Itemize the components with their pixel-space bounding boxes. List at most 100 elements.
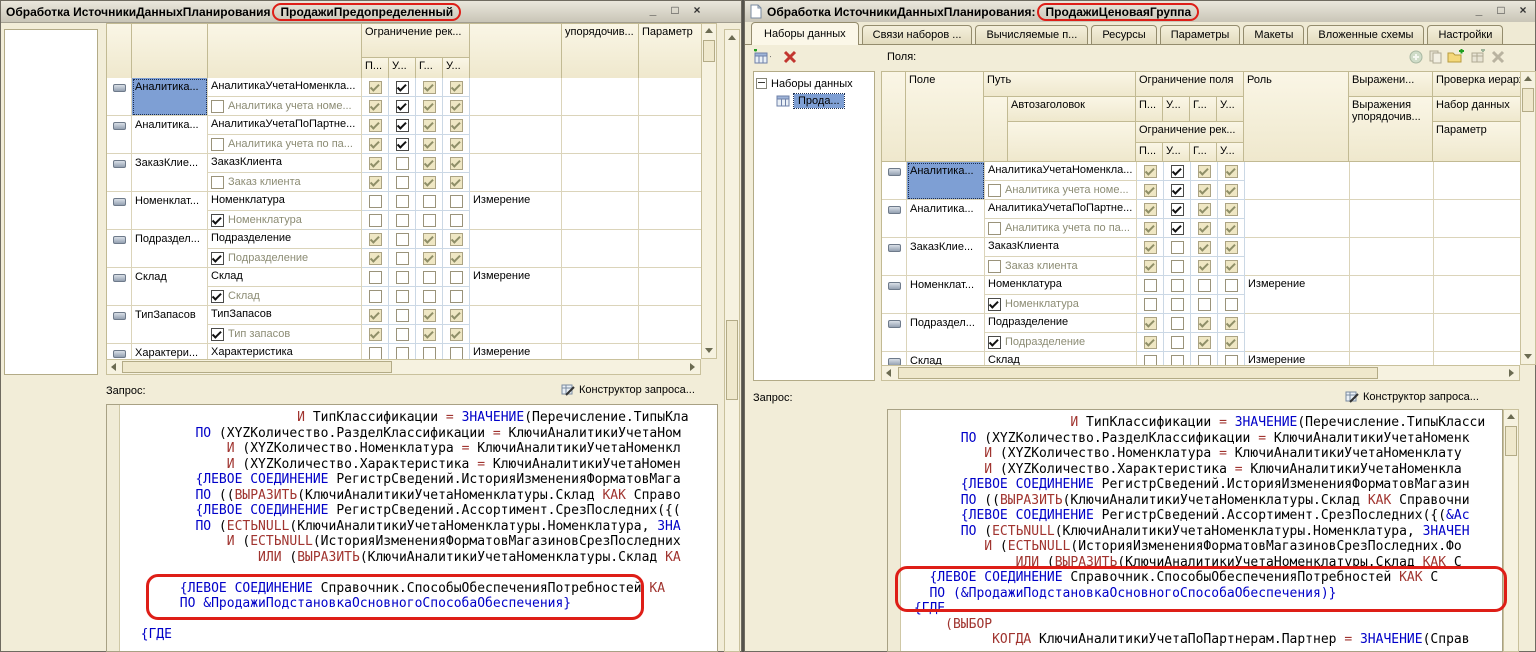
checkbox[interactable] bbox=[396, 271, 409, 284]
checkbox[interactable] bbox=[450, 176, 463, 189]
restriction-cell[interactable] bbox=[1218, 181, 1245, 200]
checkbox[interactable] bbox=[1144, 336, 1157, 349]
restriction-cell[interactable] bbox=[362, 268, 389, 287]
role-cell[interactable] bbox=[1245, 200, 1350, 238]
add-table-button[interactable] bbox=[1469, 48, 1487, 65]
checkbox[interactable] bbox=[1198, 260, 1211, 273]
checkbox[interactable] bbox=[1144, 184, 1157, 197]
row-selector[interactable] bbox=[107, 78, 132, 116]
restriction-cell[interactable] bbox=[389, 325, 416, 344]
checkbox[interactable] bbox=[396, 100, 409, 113]
checkbox[interactable] bbox=[1198, 203, 1211, 216]
checkbox[interactable] bbox=[423, 157, 436, 170]
restriction-cell[interactable] bbox=[1137, 219, 1164, 238]
row-selector[interactable] bbox=[107, 154, 132, 192]
restriction-cell[interactable] bbox=[362, 116, 389, 135]
header-autotitle[interactable]: Автозаголовок bbox=[1007, 96, 1136, 122]
checkbox[interactable] bbox=[423, 176, 436, 189]
checkbox[interactable] bbox=[396, 233, 409, 246]
left-titlebar[interactable]: Обработка ИсточникиДанныхПланирования Пр… bbox=[1, 1, 741, 23]
checkbox[interactable] bbox=[1225, 165, 1238, 178]
checkbox[interactable] bbox=[1198, 241, 1211, 254]
restriction-cell[interactable] bbox=[416, 344, 443, 359]
checkbox[interactable] bbox=[1171, 298, 1184, 311]
order-expression-cell[interactable] bbox=[562, 78, 639, 116]
field-name-cell[interactable]: ТипЗапасов bbox=[132, 306, 208, 344]
parameter-cell[interactable] bbox=[1434, 238, 1522, 276]
header-field[interactable]: Поле bbox=[905, 71, 984, 162]
autotitle-cell[interactable]: Подразделение bbox=[985, 333, 1137, 352]
query-editor[interactable]: И ТипКлассификации = ЗНАЧЕНИЕ(Перечислен… bbox=[887, 409, 1503, 652]
restriction-cell[interactable] bbox=[362, 97, 389, 116]
field-name-cell[interactable]: Характери... bbox=[132, 344, 208, 359]
order-expression-cell[interactable] bbox=[562, 344, 639, 359]
restriction-cell[interactable] bbox=[389, 154, 416, 173]
delete-field-button[interactable] bbox=[1489, 48, 1507, 65]
order-expression-cell[interactable] bbox=[562, 306, 639, 344]
scroll-right-icon[interactable] bbox=[1509, 369, 1514, 377]
parameter-cell[interactable] bbox=[1434, 162, 1522, 200]
order-expression-cell[interactable] bbox=[1350, 276, 1434, 314]
restriction-cell[interactable] bbox=[362, 325, 389, 344]
restriction-cell[interactable] bbox=[389, 173, 416, 192]
checkbox[interactable] bbox=[369, 195, 382, 208]
restriction-cell[interactable] bbox=[443, 230, 470, 249]
order-expression-cell[interactable] bbox=[562, 192, 639, 230]
restriction-cell[interactable] bbox=[416, 325, 443, 344]
table-hscrollbar[interactable] bbox=[881, 365, 1520, 381]
role-cell[interactable]: Измерение bbox=[1245, 276, 1350, 314]
fields-table[interactable]: Аналитика...АналитикаУчетаНоменкла...Ана… bbox=[106, 78, 704, 359]
checkbox[interactable] bbox=[1171, 165, 1184, 178]
restriction-cell[interactable] bbox=[1218, 219, 1245, 238]
field-name-cell[interactable]: Склад bbox=[132, 268, 208, 306]
parameter-cell[interactable] bbox=[639, 306, 703, 344]
header-restriction-col-u4[interactable]: У... bbox=[1216, 142, 1244, 162]
checkbox[interactable] bbox=[450, 309, 463, 322]
header-restriction-col-p2[interactable]: П... bbox=[1135, 142, 1163, 162]
copy-field-button[interactable] bbox=[1427, 48, 1445, 65]
checkbox[interactable] bbox=[1144, 165, 1157, 178]
table-vscrollbar[interactable] bbox=[701, 23, 717, 359]
checkbox[interactable] bbox=[1171, 241, 1184, 254]
checkbox[interactable] bbox=[1198, 165, 1211, 178]
restriction-cell[interactable] bbox=[1164, 333, 1191, 352]
checkbox[interactable] bbox=[1225, 317, 1238, 330]
autotitle-cell[interactable]: Аналитика учета номе... bbox=[985, 181, 1137, 200]
header-restriction-col-g[interactable]: Г... bbox=[1189, 96, 1217, 122]
parameter-cell[interactable] bbox=[639, 78, 703, 116]
restriction-cell[interactable] bbox=[1164, 200, 1191, 219]
checkbox[interactable] bbox=[211, 214, 224, 227]
tree-item-dataset[interactable]: Прода... bbox=[776, 92, 872, 109]
path-cell[interactable]: АналитикаУчетаНоменкла... bbox=[208, 78, 362, 97]
restriction-cell[interactable] bbox=[443, 78, 470, 97]
dataset-tree[interactable]: Наборы данных Прода... bbox=[753, 71, 875, 381]
checkbox[interactable] bbox=[1225, 203, 1238, 216]
header-restriction-col-u1[interactable]: У... bbox=[388, 57, 416, 79]
restriction-cell[interactable] bbox=[1218, 238, 1245, 257]
role-cell[interactable] bbox=[1245, 162, 1350, 200]
add-field-button[interactable] bbox=[1407, 48, 1425, 65]
checkbox[interactable] bbox=[1171, 222, 1184, 235]
restriction-cell[interactable] bbox=[1137, 314, 1164, 333]
restriction-cell[interactable] bbox=[389, 211, 416, 230]
restriction-cell[interactable] bbox=[362, 344, 389, 359]
restriction-cell[interactable] bbox=[416, 306, 443, 325]
maximize-button[interactable]: □ bbox=[667, 3, 683, 18]
autotitle-cell[interactable]: Аналитика учета по па... bbox=[985, 219, 1137, 238]
checkbox[interactable] bbox=[1198, 355, 1211, 366]
row-selector[interactable] bbox=[882, 276, 907, 314]
order-expression-cell[interactable] bbox=[1350, 200, 1434, 238]
restriction-cell[interactable] bbox=[1218, 333, 1245, 352]
checkbox[interactable] bbox=[450, 233, 463, 246]
restriction-cell[interactable] bbox=[1137, 352, 1164, 365]
order-expression-cell[interactable] bbox=[1350, 314, 1434, 352]
query-vscrollbar[interactable] bbox=[1503, 409, 1519, 652]
header-restriction-col-u1[interactable]: У... bbox=[1162, 96, 1190, 122]
field-name-cell[interactable]: Аналитика... bbox=[132, 78, 208, 116]
tab-inactive[interactable]: Ресурсы bbox=[1091, 25, 1156, 44]
table-vscrollbar[interactable] bbox=[1520, 71, 1536, 365]
checkbox[interactable] bbox=[1144, 298, 1157, 311]
checkbox[interactable] bbox=[396, 328, 409, 341]
restriction-cell[interactable] bbox=[1218, 352, 1245, 365]
checkbox[interactable] bbox=[423, 100, 436, 113]
